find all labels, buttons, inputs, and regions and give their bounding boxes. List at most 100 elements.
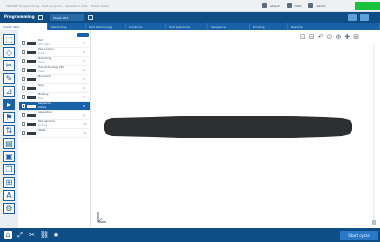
favorite-icon[interactable]: ★ xyxy=(52,231,60,239)
list-item[interactable]: Pallet 11 xyxy=(19,129,90,138)
list-item[interactable]: Part Part data 1 xyxy=(19,39,90,48)
list-item[interactable]: Machining Inner 3 xyxy=(19,57,90,66)
list-item-selected[interactable]: Sequence Active 8 xyxy=(19,102,90,111)
list-item[interactable]: Slug 6 xyxy=(19,84,90,93)
tab-machining[interactable]: Machining xyxy=(48,23,86,30)
play-icon[interactable]: ▸ xyxy=(3,99,15,110)
user-item-0[interactable]: Ablauf xyxy=(270,4,280,8)
flag-icon[interactable]: ⚑ xyxy=(3,112,15,123)
graphics-viewport[interactable] xyxy=(92,30,380,228)
select-icon[interactable]: ⬚ xyxy=(3,34,15,45)
panel-divider[interactable] xyxy=(90,30,91,228)
toolbar-button-b[interactable] xyxy=(360,14,369,21)
grid-view-icon[interactable]: ⊞ xyxy=(353,33,359,42)
copy-icon[interactable]: ❐ xyxy=(3,164,15,175)
part-icon xyxy=(22,86,25,90)
layer-icon[interactable]: ▤ xyxy=(3,138,15,149)
part-thumbnail xyxy=(27,60,36,63)
undo-view-icon[interactable]: ↶ xyxy=(318,33,324,42)
tab-tool-sequence[interactable]: Tool sequence xyxy=(166,23,208,30)
list-item-num: 5 xyxy=(83,77,85,81)
tab-bar: Sheet data Machining Tool technology Con… xyxy=(0,23,380,30)
start-cycle-button[interactable]: Start cycle xyxy=(340,231,378,240)
list-item-name: Part removal xyxy=(38,120,55,123)
list-item-sub: Part data xyxy=(38,43,50,46)
user-icon[interactable] xyxy=(308,3,314,8)
tools-icon[interactable]: ✂ xyxy=(28,231,36,239)
text-icon[interactable]: A xyxy=(3,190,15,201)
expand-icon[interactable]: ⤢ xyxy=(16,231,24,239)
image-icon[interactable]: ▣ xyxy=(3,151,15,162)
sort-icon[interactable]: ⇅ xyxy=(3,125,15,136)
crosshair-icon[interactable]: ✚ xyxy=(344,33,350,42)
check-icon[interactable] xyxy=(38,15,43,20)
view-toolbar: ⊡ ⊟ ↶ ⊙ ⊕ ✚ ⊞ xyxy=(300,32,359,42)
list-item-num: 9 xyxy=(83,113,85,117)
list-item-sub: Laser xyxy=(38,70,46,73)
list-item[interactable]: Marking Text 7 xyxy=(19,93,90,102)
list-item-sub: Active xyxy=(38,106,47,109)
list-header-button[interactable] xyxy=(77,33,89,37)
list-item-num: 7 xyxy=(83,95,85,99)
tab-tool-technology[interactable]: Tool technology xyxy=(86,23,126,30)
list-item-name: Marking xyxy=(38,93,49,96)
tab-printing[interactable]: Printing xyxy=(250,23,288,30)
list-item-num: 8 xyxy=(83,104,85,108)
sheet-dropdown[interactable]: Sheet 001 xyxy=(50,14,84,21)
pencil-icon[interactable] xyxy=(88,15,93,20)
tab-contours[interactable]: Contours xyxy=(126,23,166,30)
part-drawing xyxy=(97,116,352,223)
list-item-num: 10 xyxy=(83,122,87,126)
list-item[interactable]: Separation 9 xyxy=(19,111,90,120)
list-item-name: Microjoint xyxy=(38,75,51,78)
part-thumbnail xyxy=(27,132,36,135)
home-icon[interactable]: ⌂ xyxy=(4,231,12,239)
help-icon[interactable] xyxy=(286,3,292,8)
user-item-2[interactable]: Admin xyxy=(316,4,326,8)
list-item[interactable]: Part contour Outer 2 xyxy=(19,48,90,57)
zoom-out-icon[interactable]: ⊙ xyxy=(327,33,333,42)
list-item-num: 11 xyxy=(83,131,87,135)
part-icon xyxy=(22,77,25,81)
list-item-name: Pallet xyxy=(38,129,46,132)
list-item-num: 6 xyxy=(83,86,85,90)
part-thumbnail xyxy=(27,69,36,72)
tab-sequence[interactable]: Sequence xyxy=(208,23,250,30)
part-shape xyxy=(104,116,352,138)
mode-label: Programming xyxy=(4,14,35,19)
link-icon[interactable]: ⛓ xyxy=(40,231,49,239)
tab-reports[interactable]: Reports xyxy=(288,23,380,30)
user-item-1[interactable]: Hilfe xyxy=(295,4,302,8)
part-icon xyxy=(22,131,25,135)
list-item[interactable]: Tool technology 001 Laser 4 xyxy=(19,66,90,75)
part-icon xyxy=(22,95,25,99)
zoom-in-icon[interactable]: ⊕ xyxy=(336,33,342,42)
settings-icon[interactable]: ⚙ xyxy=(3,203,15,214)
tab-sheet-data[interactable]: Sheet data xyxy=(0,23,48,30)
list-item-name: Part contour xyxy=(38,48,54,51)
list-item-name: Slug xyxy=(38,84,44,87)
toolbar-button-a[interactable] xyxy=(348,14,357,21)
viewport-scrollbar[interactable] xyxy=(372,45,376,225)
left-toolbar: ⬚ ◇ ✂ ✎ ⊿ ▸ ⚑ ⇅ ▤ ▣ ❐ ⊞ A ⚙ xyxy=(0,30,18,228)
scrollbar-thumb[interactable] xyxy=(372,220,376,225)
list-item-sub: Outer xyxy=(38,52,46,55)
workflow-icon[interactable] xyxy=(262,3,267,8)
zoom-window-icon[interactable]: ⊟ xyxy=(309,33,315,42)
part-thumbnail xyxy=(27,87,36,90)
title-right-group: Ablauf Hilfe Admin xyxy=(262,3,330,8)
part-icon xyxy=(22,104,25,108)
zoom-fit-icon[interactable]: ⊡ xyxy=(300,33,306,42)
contour-icon[interactable]: ◇ xyxy=(3,47,15,58)
part-icon xyxy=(22,50,25,54)
list-item-num: 1 xyxy=(83,41,85,45)
list-item[interactable]: Microjoint 5 xyxy=(19,75,90,84)
measure-icon[interactable]: ⊿ xyxy=(3,86,15,97)
cut-icon[interactable]: ✂ xyxy=(3,60,15,71)
edit-icon[interactable]: ✎ xyxy=(3,73,15,84)
list-item[interactable]: Part removal Sorting 10 xyxy=(19,120,90,129)
scrollbar-track[interactable] xyxy=(373,45,375,225)
list-item-sub: Sorting xyxy=(38,124,48,127)
grid-icon[interactable]: ⊞ xyxy=(3,177,15,188)
part-thumbnail xyxy=(27,51,36,54)
